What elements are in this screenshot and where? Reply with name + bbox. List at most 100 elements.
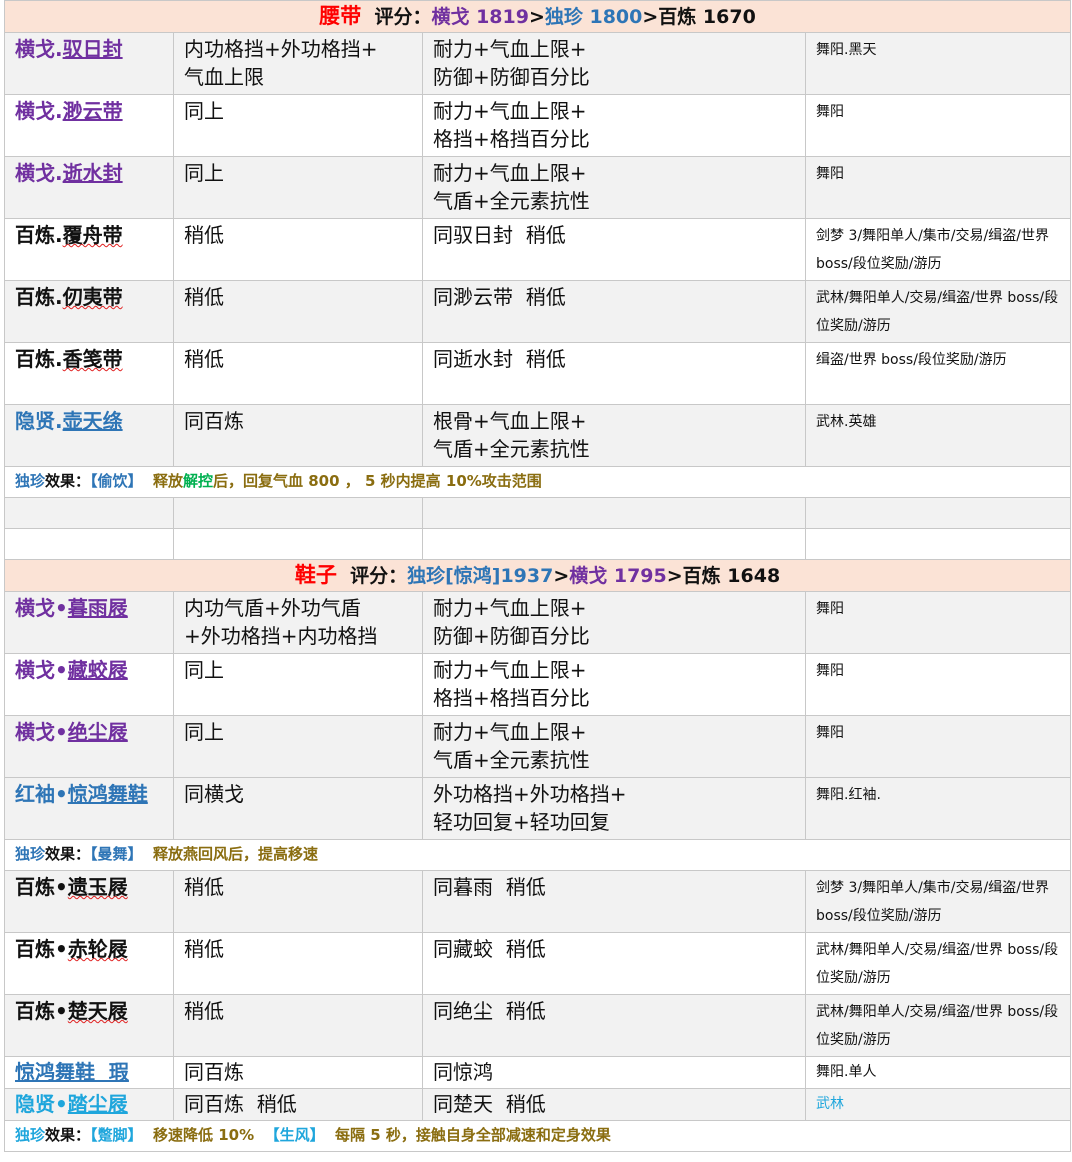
item-set: 横戈• <box>15 720 68 744</box>
item-set: 横戈. <box>15 99 63 123</box>
item-stats: 耐力+气血上限+ 气盾+全元素抗性 <box>422 156 806 219</box>
item-stats: 外功格挡+外功格挡+ 轻功回复+轻功回复 <box>422 777 806 840</box>
item-name: 惊鸿舞鞋 瑕 <box>4 1056 174 1089</box>
empty-row <box>4 497 1072 529</box>
item-title: 踏尘屐 <box>67 1092 128 1116</box>
item-source: 武林/舞阳单人/交易/缉盗/世界 boss/段位奖励/游历 <box>804 280 1072 343</box>
item-attributes: 同上 <box>173 715 423 778</box>
item-stats: 耐力+气血上限+ 格挡+格挡百分比 <box>422 653 806 716</box>
unique-effect: 独珍效果：【偷饮】 释放解控后，回复气血 800 ， 5 秒内提高 10%攻击范… <box>3 466 1072 498</box>
text-segment: 每隔 5 秒，接触自身全部减速和定身效果 <box>329 1126 611 1144</box>
item-name: 横戈.逝水封 <box>4 156 174 219</box>
item-stats: 同渺云带 稍低 <box>422 280 806 343</box>
text-segment: 评分： <box>336 565 408 587</box>
table-row: 横戈.驭日封 内功格挡+外功格挡+ 气血上限 耐力+气血上限+ 防御+防御百分比 舞阳… <box>4 32 1072 95</box>
item-name: 百炼.仞夷带 <box>4 280 174 343</box>
text-segment: 评分： <box>361 6 432 28</box>
text-segment: >百炼 1670 <box>642 6 756 28</box>
item-set: 横戈• <box>15 658 68 682</box>
item-title: 仞夷带 <box>62 285 123 309</box>
text-segment: 独珍 <box>15 845 46 863</box>
item-set: 横戈. <box>15 161 63 185</box>
unique-effect-row: 独珍效果：【蹩脚】 移速降低 10% 【生风】 每隔 5 秒，接触自身全部减速和… <box>3 1120 1072 1152</box>
item-attributes: 同上 <box>173 94 423 157</box>
text-segment: 效果： <box>45 472 91 490</box>
item-set: 百炼. <box>15 347 63 371</box>
text-segment: 释放 <box>147 472 183 490</box>
item-set: 百炼• <box>15 937 68 961</box>
item-name: 横戈.驭日封 <box>4 32 174 95</box>
item-name: 横戈.渺云带 <box>4 94 174 157</box>
belt-header: 腰带 评分：横戈 1819>独珍 1800>百炼 1670 <box>3 0 1072 33</box>
table-row: 百炼•楚天屐 稍低 同绝尘 稍低 武林/舞阳单人/交易/缉盗/世界 boss/段位奖励… <box>4 994 1072 1057</box>
item-source: 武林/舞阳单人/交易/缉盗/世界 boss/段位奖励/游历 <box>804 994 1072 1057</box>
text-segment: 横戈 1819 <box>431 6 529 28</box>
item-attributes: 稍低 <box>173 870 423 933</box>
text-segment: 【蹩脚】 <box>90 1126 148 1144</box>
item-source: 舞阳 <box>804 94 1072 157</box>
item-stats: 耐力+气血上限+ 防御+防御百分比 <box>422 591 806 654</box>
empty-row <box>4 528 1072 560</box>
text-segment: 【偷饮】 <box>90 472 148 490</box>
item-source: 舞阳 <box>804 591 1072 654</box>
item-title: 藏蛟屐 <box>67 658 128 682</box>
item-source: 剑梦 3/舞阳单人/集市/交易/缉盗/世界 boss/段位奖励/游历 <box>804 870 1072 933</box>
empty-cell <box>173 528 423 560</box>
item-stats: 同楚天 稍低 <box>422 1088 806 1121</box>
item-stats: 同惊鸿 <box>422 1056 806 1089</box>
empty-cell <box>173 497 423 529</box>
section-title: 腰带 评分：横戈 1819>独珍 1800>百炼 1670 <box>3 0 1072 33</box>
item-stats: 同逝水封 稍低 <box>422 342 806 405</box>
empty-cell <box>804 497 1072 529</box>
item-stats: 同藏蛟 稍低 <box>422 932 806 995</box>
item-name: 横戈•暮雨屐 <box>4 591 174 654</box>
item-stats: 同绝尘 稍低 <box>422 994 806 1057</box>
item-name: 百炼•楚天屐 <box>4 994 174 1057</box>
item-title: 覆舟带 <box>62 223 123 247</box>
item-title: 逝水封 <box>62 161 123 185</box>
item-set: 隐贤• <box>15 1092 68 1116</box>
item-name: 横戈•藏蛟屐 <box>4 653 174 716</box>
unique-effect-row: 独珍效果：【偷饮】 释放解控后，回复气血 800 ， 5 秒内提高 10%攻击范… <box>3 466 1072 498</box>
item-title: 驭日封 <box>62 37 123 61</box>
item-title: 赤轮屐 <box>67 937 128 961</box>
item-title: 壶天绦 <box>62 409 123 433</box>
table-row: 横戈.渺云带 同上 耐力+气血上限+ 格挡+格挡百分比 舞阳 <box>4 94 1072 157</box>
item-title: 渺云带 <box>62 99 123 123</box>
section-title: 鞋子 评分：独珍[惊鸿]1937>横戈 1795>百炼 1648 <box>3 559 1072 592</box>
table-row: 隐贤•踏尘屐 同百炼 稍低 同楚天 稍低 武林 <box>4 1088 1072 1121</box>
item-source: 武林 <box>804 1088 1072 1121</box>
item-source: 剑梦 3/舞阳单人/集市/交易/缉盗/世界 boss/段位奖励/游历 <box>804 218 1072 281</box>
text-segment: 效果： <box>45 1126 91 1144</box>
item-set: 百炼• <box>15 999 68 1023</box>
text-segment: 独珍[惊鸿]1937 <box>407 565 554 587</box>
text-segment: 解控 <box>183 472 214 490</box>
item-attributes: 同上 <box>173 653 423 716</box>
item-title: 楚天屐 <box>67 999 128 1023</box>
item-attributes: 同百炼 <box>173 404 423 467</box>
text-segment: 横戈 1795 <box>569 565 667 587</box>
equipment-sheet: 腰带 评分：横戈 1819>独珍 1800>百炼 1670 横戈.驭日封 内功格挡+… <box>0 0 1072 1152</box>
item-attributes: 稍低 <box>173 218 423 281</box>
text-segment: > <box>553 565 570 587</box>
item-source: 舞阳.黑天 <box>804 32 1072 95</box>
unique-effect-row: 独珍效果：【曼舞】 释放燕回风后，提高移速 <box>3 839 1072 871</box>
item-stats: 耐力+气血上限+ 防御+防御百分比 <box>422 32 806 95</box>
unique-effect: 独珍效果：【曼舞】 释放燕回风后，提高移速 <box>3 839 1072 871</box>
text-segment: 独珍 <box>15 472 46 490</box>
empty-cell <box>422 528 806 560</box>
item-attributes: 内功气盾+外功气盾 +外功格挡+内功格挡 <box>173 591 423 654</box>
text-segment: 释放燕回风后，提高移速 <box>147 845 318 863</box>
item-attributes: 同上 <box>173 156 423 219</box>
empty-cell <box>804 528 1072 560</box>
text-segment: >百炼 1648 <box>666 565 781 587</box>
item-title: 绝尘屐 <box>67 720 128 744</box>
item-name: 百炼.香笺带 <box>4 342 174 405</box>
item-source: 武林/舞阳单人/交易/缉盗/世界 boss/段位奖励/游历 <box>804 932 1072 995</box>
item-title: 惊鸿舞鞋 <box>67 782 148 806</box>
item-set: 红袖• <box>15 782 68 806</box>
item-name: 隐贤•踏尘屐 <box>4 1088 174 1121</box>
item-source: 舞阳 <box>804 156 1072 219</box>
item-name: 百炼•赤轮屐 <box>4 932 174 995</box>
text-segment: 腰带 <box>319 4 362 28</box>
